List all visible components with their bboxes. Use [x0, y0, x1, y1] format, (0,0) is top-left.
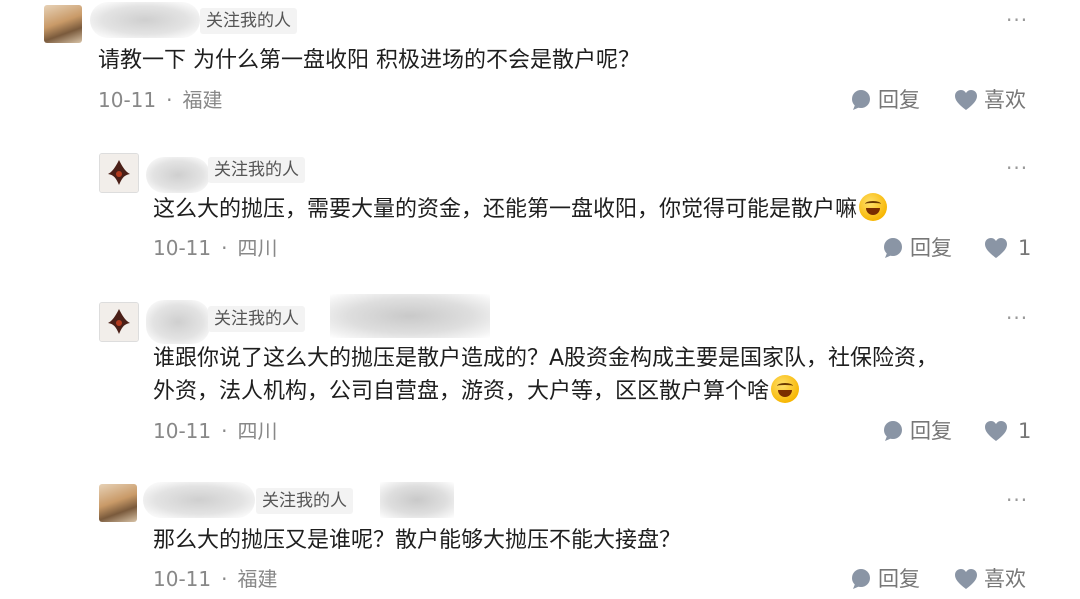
comment-text-line2: 外资，法人机构，公司自营盘，游资，大户等，区区散户算个啥	[153, 375, 800, 409]
username-blurred[interactable]	[146, 157, 210, 193]
follow-tag: 关注我的人	[200, 8, 297, 34]
comment-text: 那么大的抛压又是谁呢？散户能够大抛压不能大接盘？	[153, 528, 682, 553]
flower-avatar-image	[100, 154, 138, 192]
comment-text-content: 外资，法人机构，公司自营盘，游资，大户等，区区散户算个啥	[153, 379, 770, 404]
reply-button[interactable]: 回复	[850, 565, 920, 593]
like-button[interactable]: 喜欢	[954, 565, 1026, 593]
chat-bubble-icon	[884, 238, 902, 258]
like-count: 1	[1018, 419, 1032, 443]
more-dots-icon[interactable]: ···	[1006, 490, 1028, 510]
like-button[interactable]: 1	[984, 417, 1031, 445]
username-blurred[interactable]	[143, 482, 255, 518]
follow-tag: 关注我的人	[256, 488, 353, 514]
heart-icon	[955, 90, 977, 110]
comment-text: 请教一下 为什么第一盘收阳 积极进场的不会是散户呢？	[98, 48, 640, 73]
reply-target-blurred[interactable]	[330, 294, 490, 338]
reply-label: 回复	[878, 567, 920, 591]
comment-location: 福建	[237, 567, 278, 591]
chat-bubble-icon	[852, 569, 870, 589]
like-button[interactable]: 喜欢	[954, 86, 1026, 114]
heart-icon	[985, 421, 1007, 441]
reply-label: 回复	[910, 236, 952, 260]
chat-bubble-icon	[852, 90, 870, 110]
comment-location: 四川	[237, 236, 278, 260]
like-count: 1	[1018, 236, 1032, 260]
username-blurred[interactable]	[90, 2, 200, 38]
like-label: 喜欢	[984, 567, 1026, 591]
heart-icon	[955, 569, 977, 589]
avatar[interactable]	[99, 484, 137, 522]
like-button[interactable]: 1	[984, 234, 1031, 262]
comment-location: 福建	[182, 88, 223, 112]
avatar[interactable]	[44, 5, 82, 43]
comment-text-line1: 谁跟你说了这么大的抛压是散户造成的？A股资金构成主要是国家队，社保险资，	[153, 346, 939, 371]
chat-bubble-icon	[884, 421, 902, 441]
heart-icon	[985, 238, 1007, 258]
comment-location: 四川	[237, 419, 278, 443]
reply-target-blurred[interactable]	[380, 482, 454, 518]
comment-meta: 10-11 · 四川	[153, 419, 278, 443]
follow-tag: 关注我的人	[208, 157, 305, 183]
reply-label: 回复	[878, 88, 920, 112]
reply-button[interactable]: 回复	[850, 86, 920, 114]
rolling-laughing-emoji	[771, 375, 800, 403]
reply-label: 回复	[910, 419, 952, 443]
comment-meta: 10-11 · 福建	[98, 88, 223, 112]
like-label: 喜欢	[984, 88, 1026, 112]
reply-button[interactable]: 回复	[882, 417, 952, 445]
comment-date: 10-11	[98, 88, 157, 112]
comment-date: 10-11	[153, 567, 212, 591]
more-dots-icon[interactable]: ···	[1006, 308, 1028, 328]
comment-date: 10-11	[153, 419, 212, 443]
avatar[interactable]	[99, 302, 139, 342]
flower-avatar-image	[100, 303, 138, 341]
more-dots-icon[interactable]: ···	[1006, 10, 1028, 30]
username-blurred[interactable]	[146, 300, 210, 344]
rolling-laughing-emoji	[859, 193, 888, 221]
reply-button[interactable]: 回复	[882, 234, 952, 262]
comment-meta: 10-11 · 福建	[153, 567, 278, 591]
comment-meta: 10-11 · 四川	[153, 236, 278, 260]
comment-date: 10-11	[153, 236, 212, 260]
comment-text-content: 这么大的抛压，需要大量的资金，还能第一盘收阳，你觉得可能是散户嘛	[153, 197, 858, 222]
follow-tag: 关注我的人	[208, 306, 305, 332]
avatar[interactable]	[99, 153, 139, 193]
comment-text: 这么大的抛压，需要大量的资金，还能第一盘收阳，你觉得可能是散户嘛	[153, 193, 888, 227]
more-dots-icon[interactable]: ···	[1006, 158, 1028, 178]
